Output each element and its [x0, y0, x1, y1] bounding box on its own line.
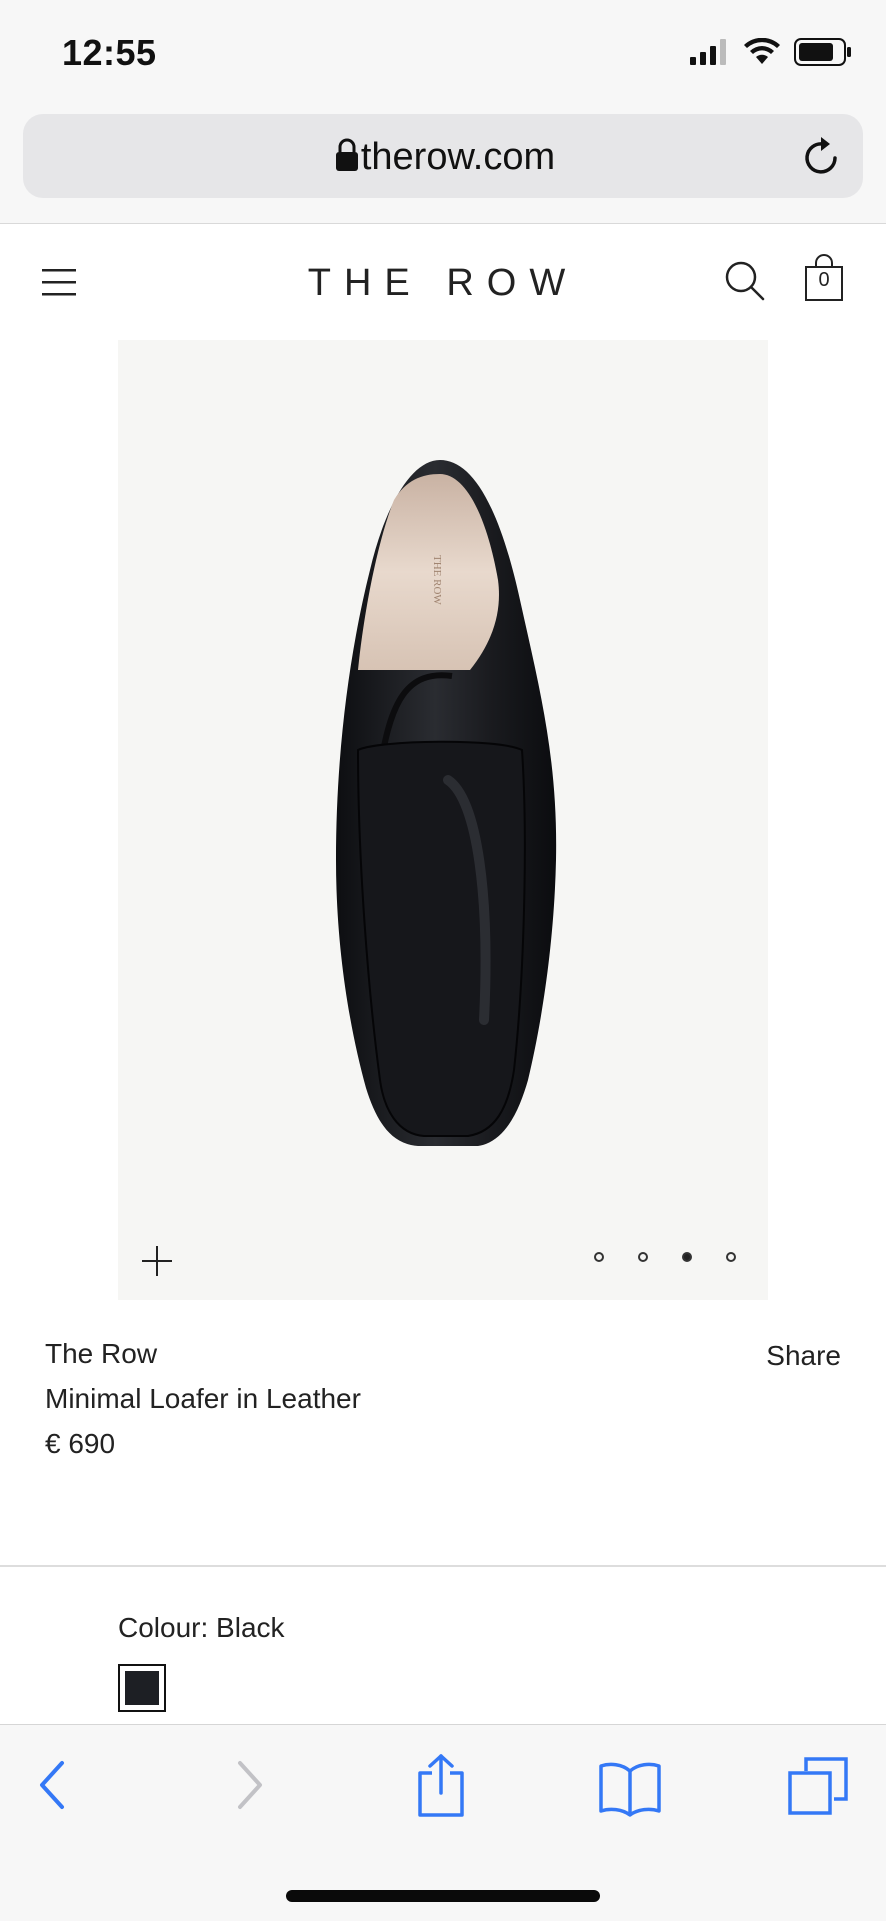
signal-icon	[690, 39, 726, 65]
status-icons	[690, 38, 852, 66]
battery-icon	[794, 38, 851, 66]
carousel-dots	[594, 1252, 736, 1262]
status-bar: 12:55	[0, 0, 886, 108]
shopping-bag-icon[interactable]: 0	[804, 254, 844, 302]
bag-count: 0	[818, 269, 830, 291]
carousel-dot-active[interactable]	[682, 1252, 692, 1262]
product-price: € 690	[45, 1428, 116, 1459]
zoom-plus-icon[interactable]	[140, 1244, 174, 1278]
tabs-icon[interactable]	[788, 1755, 850, 1817]
reload-icon[interactable]	[801, 134, 843, 178]
colour-swatch-black[interactable]	[118, 1664, 166, 1712]
lining-logo-text: THE ROW	[431, 555, 443, 605]
product-brand: The Row	[45, 1338, 158, 1369]
colour-label: Colour: Black	[118, 1612, 285, 1643]
back-arrow-icon[interactable]	[36, 1759, 68, 1811]
home-indicator	[286, 1890, 600, 1902]
share-icon[interactable]	[416, 1753, 466, 1817]
search-icon[interactable]	[724, 260, 766, 302]
carousel-dot[interactable]	[638, 1252, 648, 1262]
product-name: Minimal Loafer in Leather	[45, 1383, 361, 1414]
browser-toolbar	[0, 1724, 886, 1921]
url-text[interactable]: therow.com	[23, 136, 863, 179]
carousel-dot[interactable]	[594, 1252, 604, 1262]
swatch-fill	[125, 1671, 159, 1705]
site-header: THE ROW 0	[0, 224, 886, 340]
browser-address-area: therow.com	[0, 108, 886, 224]
share-link[interactable]: Share	[766, 1340, 841, 1372]
carousel-dot[interactable]	[726, 1252, 736, 1262]
product-image[interactable]: THE ROW	[118, 340, 768, 1300]
bookmarks-icon[interactable]	[598, 1761, 662, 1817]
loafer-image: THE ROW	[336, 460, 557, 1146]
url-bar[interactable]: therow.com	[23, 114, 863, 198]
divider	[0, 1565, 886, 1567]
forward-arrow-icon[interactable]	[234, 1759, 266, 1811]
status-time: 12:55	[62, 32, 157, 73]
wifi-icon	[744, 38, 780, 64]
